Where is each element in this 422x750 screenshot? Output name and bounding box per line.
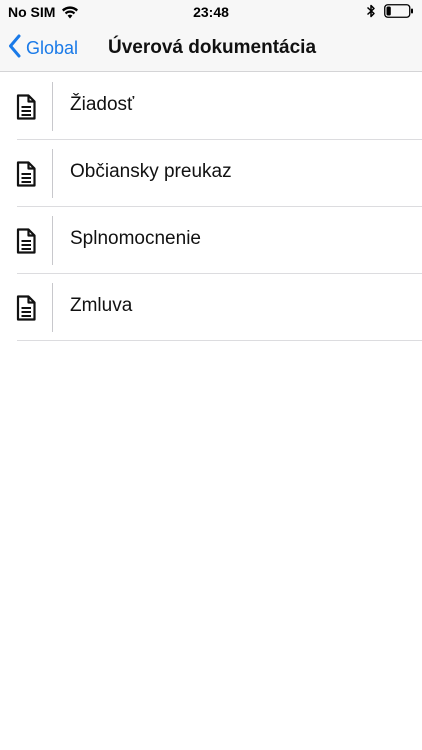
row-divider xyxy=(52,216,53,265)
status-time: 23:48 xyxy=(193,4,229,20)
back-label: Global xyxy=(26,37,79,58)
document-icon xyxy=(16,161,36,187)
screen: No SIM 23:48 Global Úverová dokumentácia… xyxy=(0,0,422,750)
status-right xyxy=(366,3,414,19)
row-divider xyxy=(52,82,53,131)
list-item-label: Splnomocnenie xyxy=(70,228,201,249)
bluetooth-icon xyxy=(366,3,376,19)
status-bar: No SIM 23:48 xyxy=(0,0,422,24)
list-item[interactable]: Zmluva xyxy=(0,274,422,341)
row-divider xyxy=(52,283,53,332)
page-title: Úverová dokumentácia xyxy=(108,37,317,58)
row-divider xyxy=(52,149,53,198)
list-item-label: Žiadosť xyxy=(70,94,135,115)
chevron-left-icon xyxy=(8,34,22,63)
back-button[interactable]: Global xyxy=(8,34,78,62)
document-icon xyxy=(16,94,36,120)
document-icon xyxy=(16,228,36,254)
list-item-label: Zmluva xyxy=(70,295,133,316)
navigation-bar: Global Úverová dokumentácia xyxy=(0,24,422,72)
list-item-label: Občiansky preukaz xyxy=(70,161,232,182)
list-item[interactable]: Splnomocnenie xyxy=(0,207,422,274)
list-item[interactable]: Občiansky preukaz xyxy=(0,140,422,207)
document-icon xyxy=(16,295,36,321)
document-list: Žiadosť Občiansky preukaz Splnomocnenie … xyxy=(0,73,422,341)
list-item[interactable]: Žiadosť xyxy=(0,73,422,140)
battery-icon xyxy=(384,4,414,18)
